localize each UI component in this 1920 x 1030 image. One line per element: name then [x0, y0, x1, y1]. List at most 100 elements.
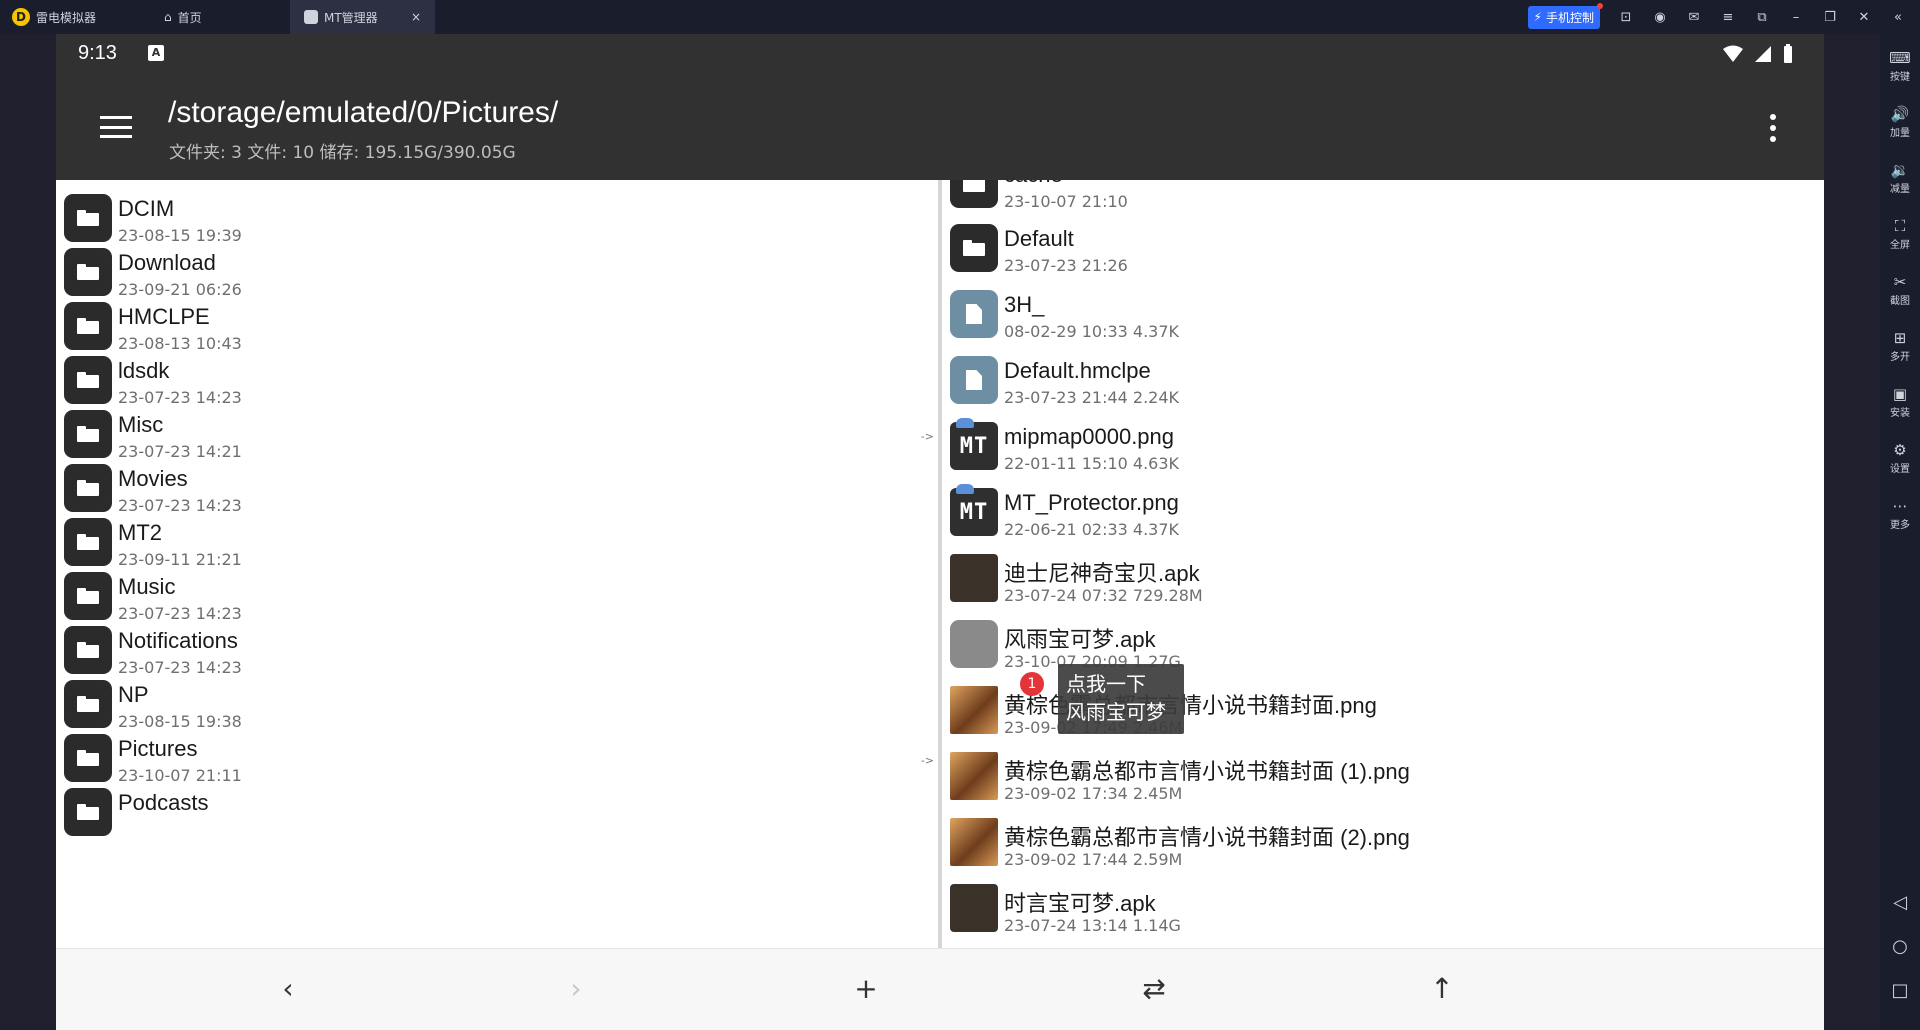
- restore-icon[interactable]: ❐: [1822, 9, 1838, 25]
- bottom-action-bar: ‹ › + ⇄ ↑: [56, 948, 1824, 1030]
- file-row[interactable]: 黄棕色霸总都市言情小说书籍封面 (2).png 23-09-02 17:44 2…: [942, 808, 1824, 874]
- file-name: 3H_: [1004, 292, 1045, 317]
- file-meta: 23-07-23 21:44 2.24K: [1004, 388, 1180, 407]
- forward-button[interactable]: ›: [556, 969, 596, 1009]
- app-toolbar: /storage/emulated/0/Pictures/ 文件夹: 3 文件:…: [56, 74, 1824, 180]
- folder-icon: [64, 356, 112, 404]
- window-mode-icon[interactable]: ⧉: [1754, 9, 1770, 25]
- tab-home[interactable]: ⌂ 首页: [150, 0, 290, 34]
- file-name: Default: [1004, 226, 1074, 251]
- file-name: 黄棕色霸总都市言情小说书籍封面 (1).png: [1004, 759, 1410, 784]
- folder-icon: [64, 788, 112, 836]
- file-row[interactable]: 时言宝可梦.apk 23-07-24 13:14 1.14G: [942, 874, 1824, 940]
- android-recents-icon[interactable]: □: [1880, 980, 1920, 1001]
- sidebar-item-fullscreen[interactable]: ⛶ 全屏: [1880, 216, 1920, 251]
- file-row[interactable]: 3H_ 08-02-29 10:33 4.37K: [942, 280, 1824, 346]
- right-file-pane[interactable]: cache 23-10-07 21:10 Default 23-07-23 21…: [942, 180, 1824, 948]
- gamepad-icon[interactable]: ⊡: [1618, 9, 1634, 25]
- overflow-menu-icon[interactable]: [1770, 114, 1776, 142]
- sidebar-item-keyboard[interactable]: ⌨ 按键: [1880, 48, 1920, 83]
- file-name: Pictures: [118, 736, 198, 761]
- status-time: 9:13: [78, 42, 117, 64]
- file-row[interactable]: Default 23-07-23 21:26: [942, 214, 1824, 280]
- sidebar-item-install[interactable]: ▣ 安装: [1880, 384, 1920, 419]
- swap-panes-button[interactable]: ⇄: [1134, 969, 1174, 1009]
- folder-icon: [64, 194, 112, 242]
- folder-icon: [64, 626, 112, 674]
- parent-directory-button[interactable]: ↑: [1422, 969, 1462, 1009]
- tab-mt-manager-label: MT管理器: [324, 10, 378, 25]
- sidebar-item-volume-up[interactable]: 🔊 加量: [1880, 104, 1920, 139]
- file-name: Music: [118, 574, 176, 599]
- mt-app-icon: [304, 10, 318, 24]
- tab-mt-manager[interactable]: MT管理器 ×: [290, 0, 435, 34]
- file-name: Podcasts: [118, 790, 209, 815]
- sidebar-item-screenshot[interactable]: ✂ 截图: [1880, 272, 1920, 307]
- notification-badge[interactable]: 1: [1020, 672, 1044, 696]
- minimize-icon[interactable]: –: [1788, 9, 1804, 25]
- folder-icon: [64, 518, 112, 566]
- emulator-titlebar: D 雷电模拟器 ⌂ 首页 MT管理器 × ⚡ 手机控制 ⊡ ◉ ✉ ≡ ⧉ – …: [0, 0, 1920, 34]
- file-row[interactable]: 迪士尼神奇宝贝.apk 23-07-24 07:32 729.28M: [942, 544, 1824, 610]
- close-icon[interactable]: ✕: [1856, 9, 1872, 25]
- folder-icon: [950, 224, 998, 272]
- account-icon[interactable]: ◉: [1652, 9, 1668, 25]
- link-arrow-marker: ->: [920, 430, 934, 443]
- phone-control-button[interactable]: ⚡ 手机控制: [1527, 2, 1604, 29]
- sidebar-item-multi-instance[interactable]: ⊞ 多开: [1880, 328, 1920, 363]
- emulator-app-name: 雷电模拟器: [36, 10, 97, 25]
- android-screen: 9:13 A /storage/emulated/0/Pictures/ 文件夹…: [56, 34, 1824, 1030]
- menu-icon[interactable]: ≡: [1720, 9, 1736, 25]
- folder-icon: [64, 302, 112, 350]
- multi-instance-icon: ⊞: [1893, 329, 1907, 347]
- sidebar-item-settings[interactable]: ⚙ 设置: [1880, 440, 1920, 475]
- mail-icon[interactable]: ✉: [1686, 9, 1702, 25]
- collapse-sidebar-icon[interactable]: «: [1890, 9, 1906, 25]
- fullscreen-icon: ⛶: [1894, 217, 1906, 235]
- file-name: cache: [1004, 180, 1063, 188]
- back-button[interactable]: ‹: [268, 969, 308, 1009]
- file-name: Notifications: [118, 628, 238, 653]
- sidebar-item-volume-down[interactable]: 🔉 减量: [1880, 160, 1920, 195]
- hamburger-menu-icon[interactable]: [100, 116, 132, 138]
- sidebar-label: 安装: [1890, 408, 1910, 419]
- mt-image-thumbnail-icon: MT: [950, 418, 998, 470]
- file-name: Default.hmclpe: [1004, 358, 1151, 383]
- book-cover-thumbnail: [950, 752, 998, 800]
- close-tab-icon[interactable]: ×: [411, 10, 421, 24]
- sidebar-item-more[interactable]: ⋯ 更多: [1880, 496, 1920, 531]
- file-meta: 22-06-21 02:33 4.37K: [1004, 520, 1180, 539]
- file-row[interactable]: Default.hmclpe 23-07-23 21:44 2.24K: [942, 346, 1824, 412]
- signal-icon: [1755, 46, 1771, 62]
- folder-icon: [64, 464, 112, 512]
- hint-tooltip[interactable]: 点我一下 风雨宝可梦: [1058, 664, 1184, 734]
- keyboard-icon: ⌨: [1889, 49, 1911, 67]
- file-name: MT_Protector.png: [1004, 490, 1179, 515]
- file-name: HMCLPE: [118, 304, 210, 329]
- file-meta: 23-09-02 17:44 2.59M: [1004, 850, 1183, 869]
- add-button[interactable]: +: [846, 969, 886, 1009]
- android-home-icon[interactable]: ○: [1880, 936, 1920, 957]
- file-row[interactable]: MT mipmap0000.png 22-01-11 15:10 4.63K: [942, 412, 1824, 478]
- file-meta: 23-09-02 17:34 2.45M: [1004, 784, 1183, 803]
- file-row[interactable]: 黄棕色霸总都市言情小说书籍封面 (1).png 23-09-02 17:34 2…: [942, 742, 1824, 808]
- file-row[interactable]: cache 23-10-07 21:10: [942, 180, 1824, 216]
- settings-icon: ⚙: [1893, 441, 1907, 459]
- folder-icon: [64, 572, 112, 620]
- phone-control-label: 手机控制: [1545, 10, 1594, 25]
- file-row[interactable]: MT MT_Protector.png 22-06-21 02:33 4.37K: [942, 478, 1824, 544]
- file-icon: [950, 356, 998, 404]
- book-cover-thumbnail: [950, 686, 998, 734]
- emulator-sidebar: ⌨ 按键 🔊 加量 🔉 减量 ⛶ 全屏 ✂ 截图 ⊞ 多开 ▣ 安装 ⚙ 设置 …: [1880, 34, 1920, 1030]
- sidebar-label: 减量: [1890, 184, 1910, 195]
- file-name: 黄棕色霸总都市言情小说书籍封面 (2).png: [1004, 825, 1410, 850]
- file-row[interactable]: Podcasts: [56, 778, 938, 844]
- sidebar-label: 多开: [1890, 352, 1910, 363]
- left-file-pane[interactable]: DCIM 23-08-15 19:39 Download 23-09-21 06…: [56, 180, 938, 948]
- sidebar-label: 加量: [1890, 128, 1910, 139]
- home-icon: ⌂: [164, 10, 172, 24]
- file-name: Movies: [118, 466, 188, 491]
- folder-icon: [64, 410, 112, 458]
- file-name: DCIM: [118, 196, 175, 221]
- android-back-icon[interactable]: ◁: [1880, 892, 1920, 913]
